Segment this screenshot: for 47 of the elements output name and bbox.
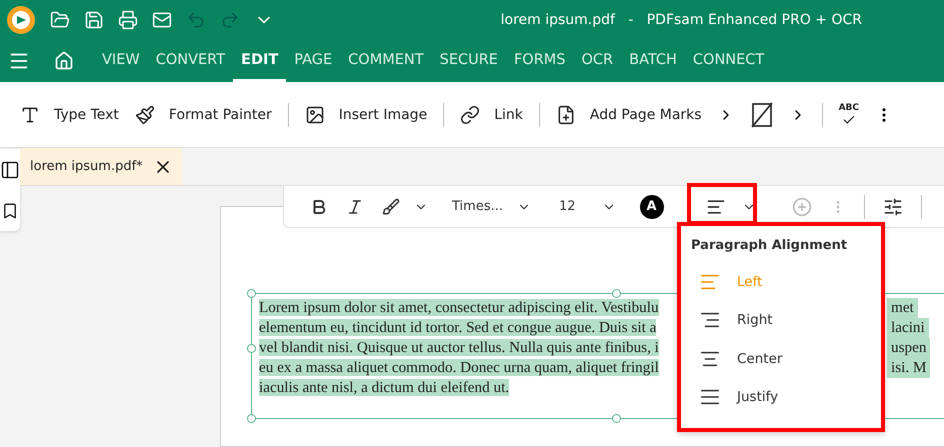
bookmark-icon[interactable] [1,202,19,220]
mail-icon[interactable] [152,10,172,30]
brush-icon [382,198,400,216]
document-tab-label: lorem ipsum.pdf* [30,159,143,174]
highlight-dropdown[interactable] [382,198,428,216]
slashed-page-icon[interactable] [750,102,774,128]
alignment-option[interactable]: Justify [691,378,871,416]
size-dropdown[interactable]: 12 [558,199,616,214]
menu-tab[interactable]: PAGE [286,40,340,82]
menu-tab[interactable]: COMMENT [340,40,432,82]
alignment-option[interactable]: Center [691,340,871,378]
image-icon [304,104,325,124]
settings-icon[interactable] [882,196,903,216]
menu-tab[interactable]: OCR [574,40,622,82]
link-icon [460,104,480,124]
save-icon[interactable] [84,10,104,30]
image-button[interactable]: Insert Image [304,104,428,124]
marks-button[interactable]: Add Page Marks [556,104,702,124]
menu-tab[interactable]: SECURE [432,40,506,82]
spell-check-button[interactable]: ABC [838,102,860,126]
font-color-button[interactable]: A [640,194,664,218]
menu-tab[interactable]: BATCH [621,40,685,82]
printer-icon[interactable] [118,10,138,30]
resize-handle[interactable] [247,289,256,298]
italic-icon[interactable] [346,198,364,216]
type-button[interactable]: Type Text [20,104,119,124]
menu-tab[interactable]: VIEW [94,40,148,82]
painter-icon [134,104,155,124]
resize-handle[interactable] [247,344,256,353]
logo-icon [6,5,36,35]
window-title: lorem ipsum.pdf - PDFsam Enhanced PRO + OCR [500,12,862,28]
resize-handle[interactable] [247,414,256,423]
painter-button[interactable]: Format Painter [134,104,272,124]
sidebar-icon[interactable] [0,160,20,180]
menu-tab[interactable]: CONNECT [684,40,772,82]
menu-tab[interactable]: CONVERT [148,40,234,82]
menu-tab[interactable]: FORMS [506,40,574,82]
folder-icon[interactable] [50,10,70,30]
link-button[interactable]: Link [460,104,523,124]
resize-handle[interactable] [612,289,621,298]
document-tab[interactable]: lorem ipsum.pdf* [20,148,182,185]
type-icon [20,104,40,124]
menu-title: Paragraph Alignment [691,238,848,253]
font-dropdown[interactable]: Times... [452,199,531,214]
alignment-option[interactable]: Right [691,301,871,340]
marks-icon [556,104,576,124]
resize-handle[interactable] [612,414,621,423]
